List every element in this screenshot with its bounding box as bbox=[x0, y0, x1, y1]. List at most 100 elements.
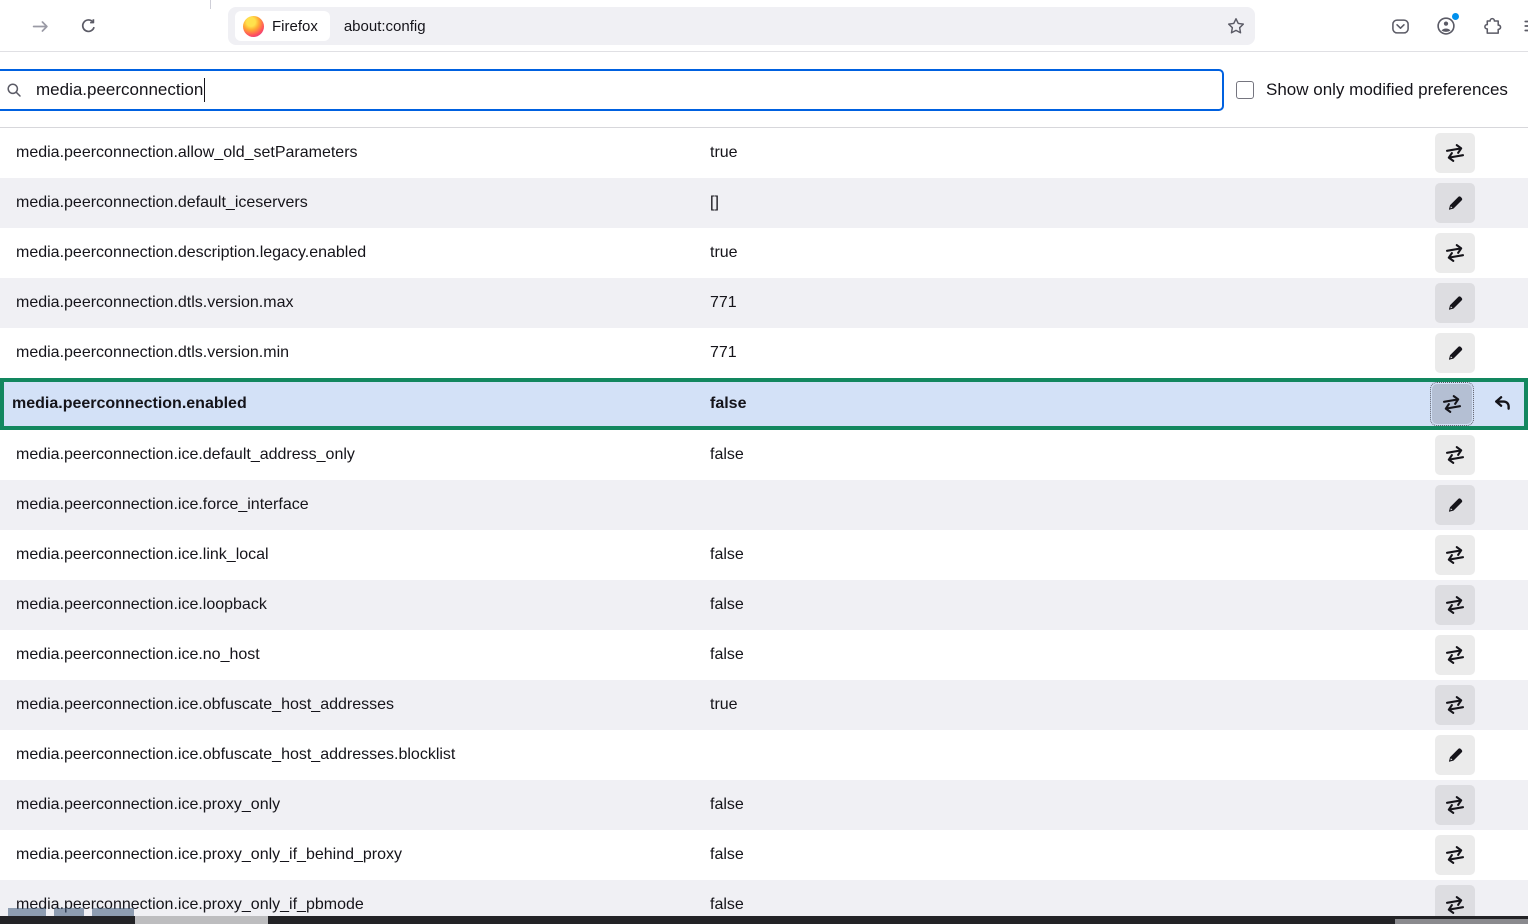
extensions-button[interactable] bbox=[1476, 10, 1508, 42]
search-icon bbox=[6, 82, 22, 98]
pref-name: media.peerconnection.description.legacy.… bbox=[16, 244, 710, 262]
star-icon bbox=[1227, 17, 1245, 35]
pref-row[interactable]: media.peerconnection.allow_old_setParame… bbox=[0, 128, 1528, 178]
account-button[interactable] bbox=[1430, 10, 1462, 42]
pref-value: false bbox=[710, 446, 1435, 464]
hamburger-icon bbox=[1523, 17, 1528, 35]
pref-row[interactable]: media.peerconnection.ice.link_local fals… bbox=[0, 530, 1528, 580]
pref-name: media.peerconnection.ice.link_local bbox=[16, 546, 710, 564]
pref-row[interactable]: media.peerconnection.ice.proxy_only fals… bbox=[0, 780, 1528, 830]
pref-row[interactable]: media.peerconnection.ice.proxy_only_if_b… bbox=[0, 830, 1528, 880]
identity-chip-label: Firefox bbox=[272, 18, 318, 35]
pref-row[interactable]: media.peerconnection.ice.obfuscate_host_… bbox=[0, 680, 1528, 730]
pref-row[interactable]: media.peerconnection.dtls.version.max 77… bbox=[0, 278, 1528, 328]
toggle-icon bbox=[1444, 142, 1466, 164]
undo-pref-button[interactable] bbox=[1484, 386, 1520, 422]
pref-value: false bbox=[710, 596, 1435, 614]
edit-pref-button[interactable] bbox=[1435, 183, 1475, 223]
bookmark-button[interactable] bbox=[1219, 9, 1253, 43]
pref-name: media.peerconnection.ice.proxy_only bbox=[16, 796, 710, 814]
firefox-logo-icon bbox=[243, 16, 264, 37]
pref-row[interactable]: media.peerconnection.enabled false bbox=[0, 378, 1528, 430]
pencil-icon bbox=[1447, 497, 1463, 513]
pref-value: 771 bbox=[710, 344, 1435, 362]
edit-pref-button[interactable] bbox=[1435, 485, 1475, 525]
pref-row[interactable]: media.peerconnection.ice.no_host false bbox=[0, 630, 1528, 680]
pref-row[interactable]: media.peerconnection.ice.obfuscate_host_… bbox=[0, 730, 1528, 780]
config-search-section: media.peerconnection Show only modified … bbox=[0, 53, 1528, 127]
url-bar[interactable]: Firefox about:config bbox=[228, 7, 1255, 45]
notification-dot bbox=[1451, 12, 1460, 21]
toggle-pref-button[interactable] bbox=[1435, 535, 1475, 575]
taskbar-segment-right bbox=[1395, 919, 1528, 924]
pocket-button[interactable] bbox=[1384, 10, 1416, 42]
toggle-pref-button[interactable] bbox=[1435, 233, 1475, 273]
edit-pref-button[interactable] bbox=[1435, 333, 1475, 373]
toggle-icon bbox=[1444, 544, 1466, 566]
pref-name: media.peerconnection.ice.proxy_only_if_b… bbox=[16, 846, 710, 864]
toggle-icon bbox=[1444, 894, 1466, 916]
pref-value: [] bbox=[710, 194, 1435, 212]
pref-name: media.peerconnection.ice.obfuscate_host_… bbox=[16, 696, 710, 714]
pref-row[interactable]: media.peerconnection.ice.force_interface bbox=[0, 480, 1528, 530]
toggle-pref-button[interactable] bbox=[1435, 685, 1475, 725]
pref-name: media.peerconnection.dtls.version.min bbox=[16, 344, 710, 362]
pref-name: media.peerconnection.dtls.version.max bbox=[16, 294, 710, 312]
pref-name: media.peerconnection.default_iceservers bbox=[16, 194, 710, 212]
identity-chip[interactable]: Firefox bbox=[235, 11, 330, 41]
toggle-pref-button[interactable] bbox=[1435, 435, 1475, 475]
pref-row[interactable]: media.peerconnection.ice.loopback false bbox=[0, 580, 1528, 630]
edit-pref-button[interactable] bbox=[1435, 283, 1475, 323]
pref-name: media.peerconnection.ice.force_interface bbox=[16, 496, 710, 514]
forward-button[interactable] bbox=[24, 10, 56, 42]
pencil-icon bbox=[1447, 295, 1463, 311]
undo-icon bbox=[1492, 394, 1512, 414]
pref-row[interactable]: media.peerconnection.default_iceservers … bbox=[0, 178, 1528, 228]
pref-value: true bbox=[710, 244, 1435, 262]
menu-button[interactable] bbox=[1516, 10, 1528, 42]
taskbar-segment bbox=[135, 916, 268, 924]
pref-name: media.peerconnection.ice.obfuscate_host_… bbox=[16, 746, 710, 764]
edit-pref-button[interactable] bbox=[1435, 735, 1475, 775]
toggle-icon bbox=[1444, 242, 1466, 264]
pencil-icon bbox=[1447, 747, 1463, 763]
pref-value: false bbox=[710, 395, 1432, 413]
pencil-icon bbox=[1447, 345, 1463, 361]
pref-value: false bbox=[710, 796, 1435, 814]
taskbar-edge bbox=[0, 916, 1528, 924]
reload-icon bbox=[80, 18, 97, 35]
back-button[interactable] bbox=[0, 10, 8, 42]
toggle-icon bbox=[1444, 844, 1466, 866]
show-modified-checkbox[interactable] bbox=[1236, 81, 1254, 99]
text-caret bbox=[204, 78, 205, 102]
pref-row[interactable]: media.peerconnection.description.legacy.… bbox=[0, 228, 1528, 278]
pencil-icon bbox=[1447, 195, 1463, 211]
browser-toolbar: Firefox about:config bbox=[0, 0, 1528, 52]
pref-value: false bbox=[710, 646, 1435, 664]
prefs-list: media.peerconnection.allow_old_setParame… bbox=[0, 127, 1528, 924]
config-search-input[interactable]: media.peerconnection bbox=[0, 69, 1224, 111]
toggle-icon bbox=[1441, 393, 1463, 415]
toggle-pref-button[interactable] bbox=[1435, 785, 1475, 825]
pref-value: false bbox=[710, 896, 1435, 914]
toggle-icon bbox=[1444, 444, 1466, 466]
pref-value: 771 bbox=[710, 294, 1435, 312]
status-panel-clipped-text bbox=[8, 908, 136, 916]
toggle-pref-button[interactable] bbox=[1435, 585, 1475, 625]
toggle-pref-button[interactable] bbox=[1435, 635, 1475, 675]
toggle-icon bbox=[1444, 794, 1466, 816]
pref-row[interactable]: media.peerconnection.ice.default_address… bbox=[0, 430, 1528, 480]
pref-row[interactable]: media.peerconnection.dtls.version.min 77… bbox=[0, 328, 1528, 378]
toggle-pref-button[interactable] bbox=[1435, 835, 1475, 875]
pref-name: media.peerconnection.enabled bbox=[12, 395, 710, 413]
reload-button[interactable] bbox=[72, 10, 104, 42]
toggle-pref-button[interactable] bbox=[1432, 384, 1472, 424]
pref-value: false bbox=[710, 846, 1435, 864]
pocket-icon bbox=[1391, 17, 1410, 36]
pref-value: false bbox=[710, 546, 1435, 564]
forward-icon bbox=[32, 18, 49, 35]
show-modified-label: Show only modified preferences bbox=[1266, 80, 1508, 100]
pref-name: media.peerconnection.ice.no_host bbox=[16, 646, 710, 664]
toggle-pref-button[interactable] bbox=[1435, 133, 1475, 173]
url-text[interactable]: about:config bbox=[344, 18, 1219, 35]
